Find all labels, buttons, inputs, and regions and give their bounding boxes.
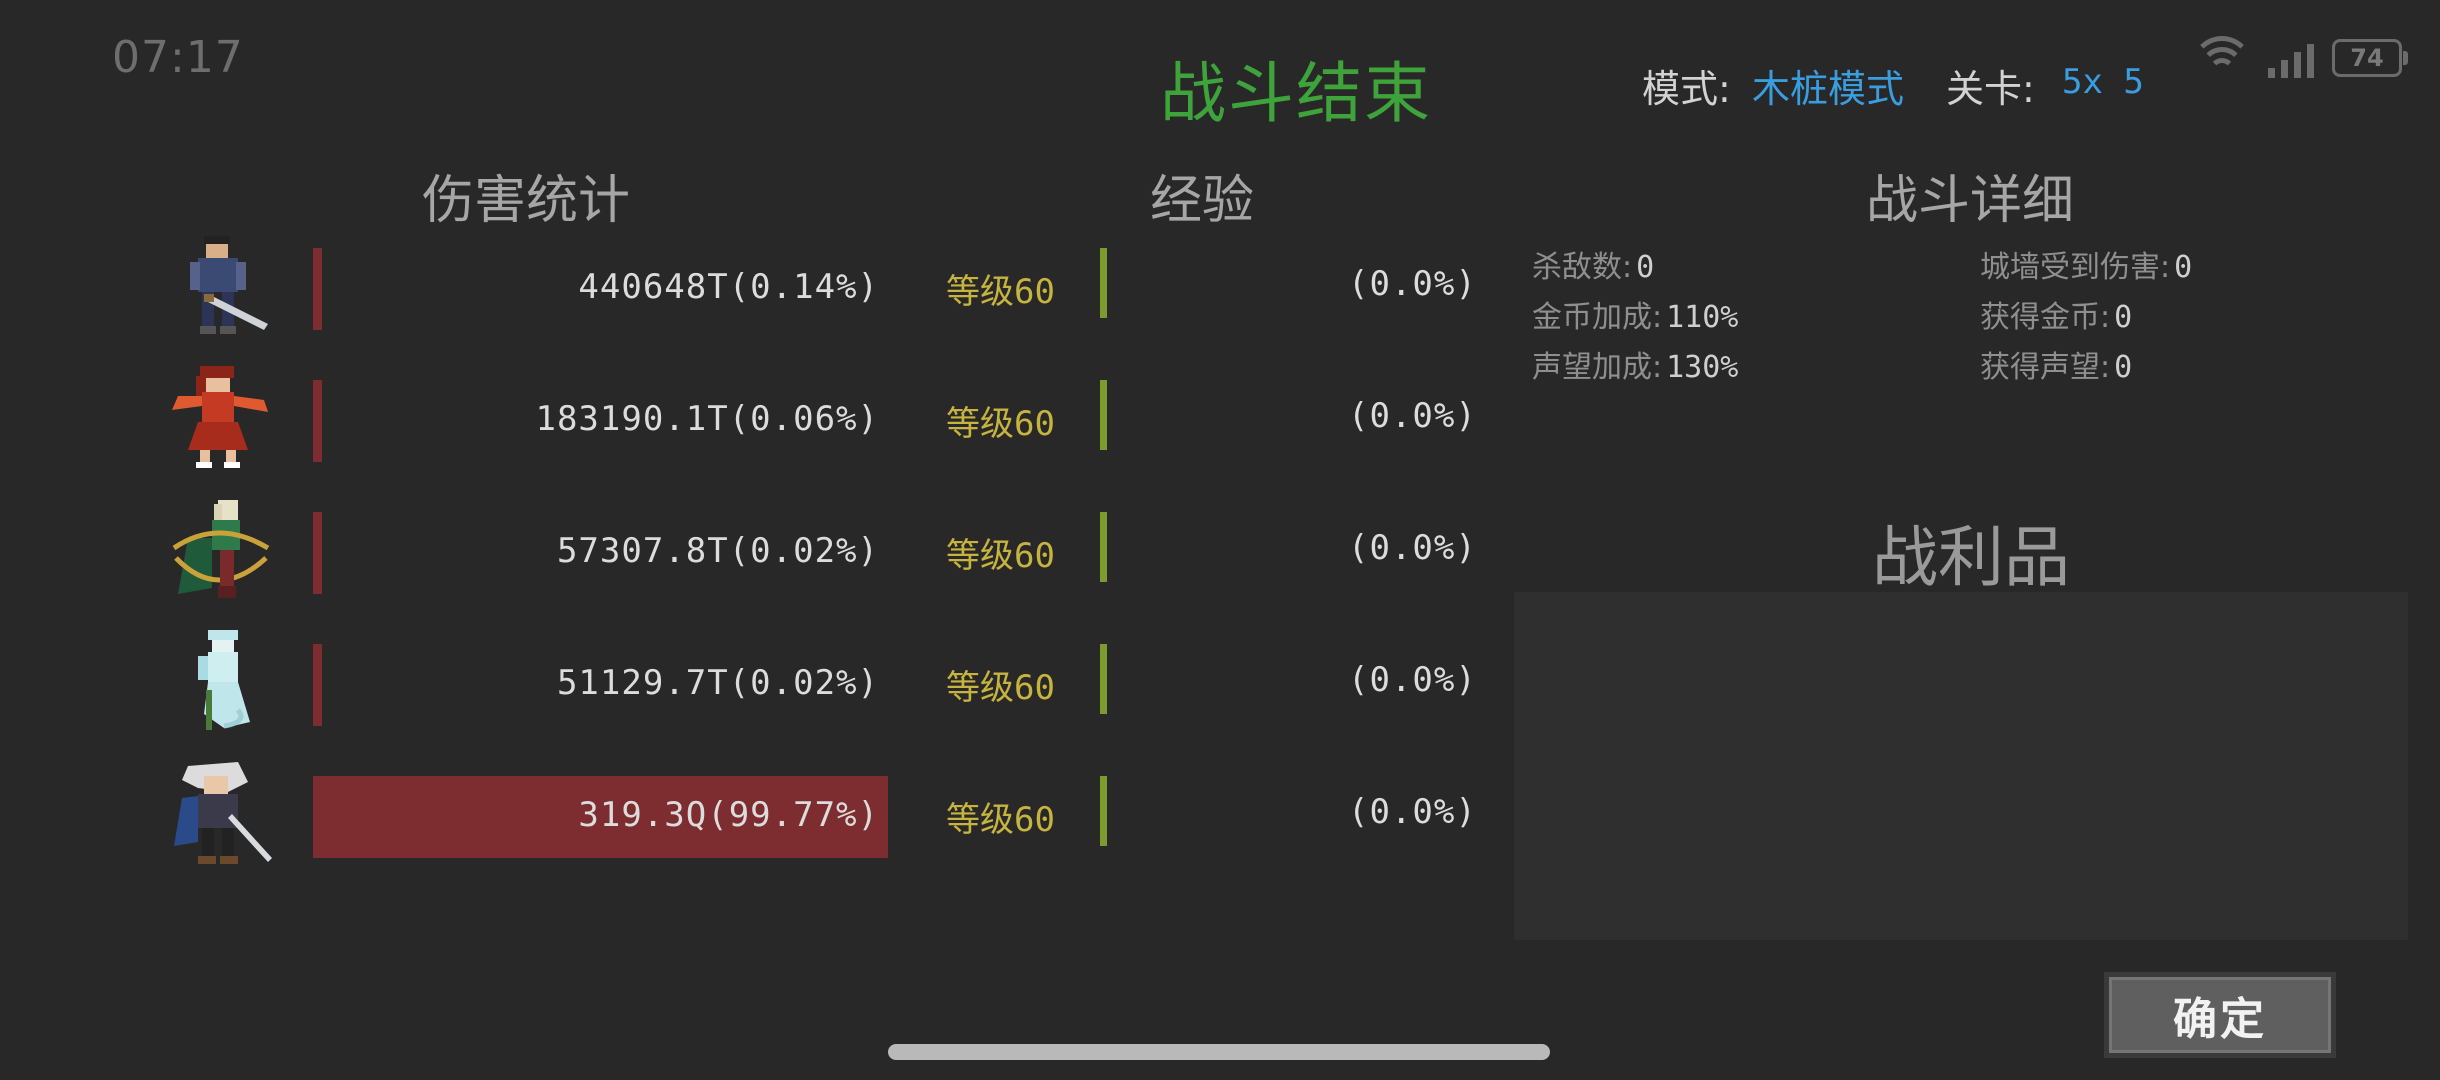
mode-label: 模式: [1642,67,1731,111]
hero-row: 319.3Q(99.77%) 等级60 (0.0%) [0,762,1500,864]
exp-bar [1100,248,1107,318]
exp-bar [1100,644,1107,714]
detail-fame-gain-label: 获得声望: [1980,350,2111,385]
hero-level: 等级60 [946,272,1055,312]
damage-bar: 57307.8T(0.02%) [313,512,889,594]
damage-value: 183190.1T(0.06%) [535,399,879,439]
damage-stats-title: 伤害统计 [422,171,631,231]
detail-gold-bonus-value: 110% [1666,300,1739,335]
status-time: 07:17 [112,32,244,83]
detail-fame-gain-value: 0 [2114,350,2133,385]
hero-row: 51129.7T(0.02%) 等级60 (0.0%) [0,630,1500,732]
detail-gold-gain-value: 0 [2114,300,2133,335]
damage-bar-fill [313,644,322,726]
detail-fame-bonus: 声望加成: 130% [1532,342,1738,386]
loot-title: 战利品 [1872,519,2070,596]
detail-gold-gain-label: 获得金币: [1980,300,2111,335]
detail-gold-gain: 获得金币: 0 [1980,292,2132,336]
detail-fame-bonus-label: 声望加成: [1532,350,1663,385]
damage-value: 319.3Q(99.77%) [578,795,879,835]
exp-percent: (0.0%) [1348,660,1477,700]
damage-bar-fill [313,380,322,462]
damage-bar: 51129.7T(0.02%) [313,644,889,726]
detail-wall-damage-label: 城墙受到伤害: [1980,250,2171,285]
damage-value: 440648T(0.14%) [578,267,879,307]
hero-portrait [172,500,270,598]
detail-kills-value: 0 [1636,250,1655,285]
battery-icon: 74 [2332,39,2408,77]
home-indicator[interactable] [888,1044,1550,1060]
detail-gold-bonus-label: 金币加成: [1532,300,1663,335]
hero-level: 等级60 [946,668,1055,708]
mode-value: 木桩模式 [1752,67,1905,111]
hero-portrait [172,366,268,468]
detail-wall-damage: 城墙受到伤害: 0 [1980,242,2192,286]
hero-portrait [190,236,268,334]
signal-icon [2268,38,2314,78]
damage-bar: 319.3Q(99.77%) [313,776,889,858]
detail-kills-label: 杀敌数: [1532,250,1633,285]
wifi-icon [2191,36,2253,80]
exp-percent: (0.0%) [1348,264,1477,304]
hero-level: 等级60 [946,800,1055,840]
hero-row: 57307.8T(0.02%) 等级60 (0.0%) [0,500,1500,600]
exp-bar [1100,776,1107,846]
exp-percent: (0.0%) [1348,792,1477,832]
hero-portrait [198,630,250,730]
damage-bar: 440648T(0.14%) [313,248,889,330]
damage-value: 57307.8T(0.02%) [556,531,879,571]
detail-kills: 杀敌数: 0 [1532,242,1654,286]
exp-bar [1100,512,1107,582]
experience-title: 经验 [1150,171,1255,231]
detail-wall-damage-value: 0 [2174,250,2193,285]
hero-row: 183190.1T(0.06%) 等级60 (0.0%) [0,366,1500,468]
exp-bar [1100,380,1107,450]
confirm-button[interactable]: 确定 [2104,972,2336,1058]
damage-bar-fill [313,248,322,330]
damage-bar: 183190.1T(0.06%) [313,380,889,462]
detail-fame-bonus-value: 130% [1666,350,1739,385]
hero-level: 等级60 [946,536,1055,576]
loot-panel [1514,592,2408,940]
damage-value: 51129.7T(0.02%) [556,663,879,703]
page-title: 战斗结束 [1160,55,1432,132]
hero-row: 440648T(0.14%) 等级60 (0.0%) [0,236,1500,336]
exp-percent: (0.0%) [1348,528,1477,568]
battle-details-title: 战斗详细 [1866,171,2075,231]
detail-gold-bonus: 金币加成: 110% [1532,292,1738,336]
damage-bar-fill [313,512,322,594]
detail-fame-gain: 获得声望: 0 [1980,342,2132,386]
hero-level: 等级60 [946,404,1055,444]
stage-label: 关卡: [1946,67,2035,111]
hero-portrait [174,762,272,864]
stage-value: 5x 5 [2062,62,2144,102]
exp-percent: (0.0%) [1348,396,1477,436]
system-status: 74 [2191,36,2408,80]
